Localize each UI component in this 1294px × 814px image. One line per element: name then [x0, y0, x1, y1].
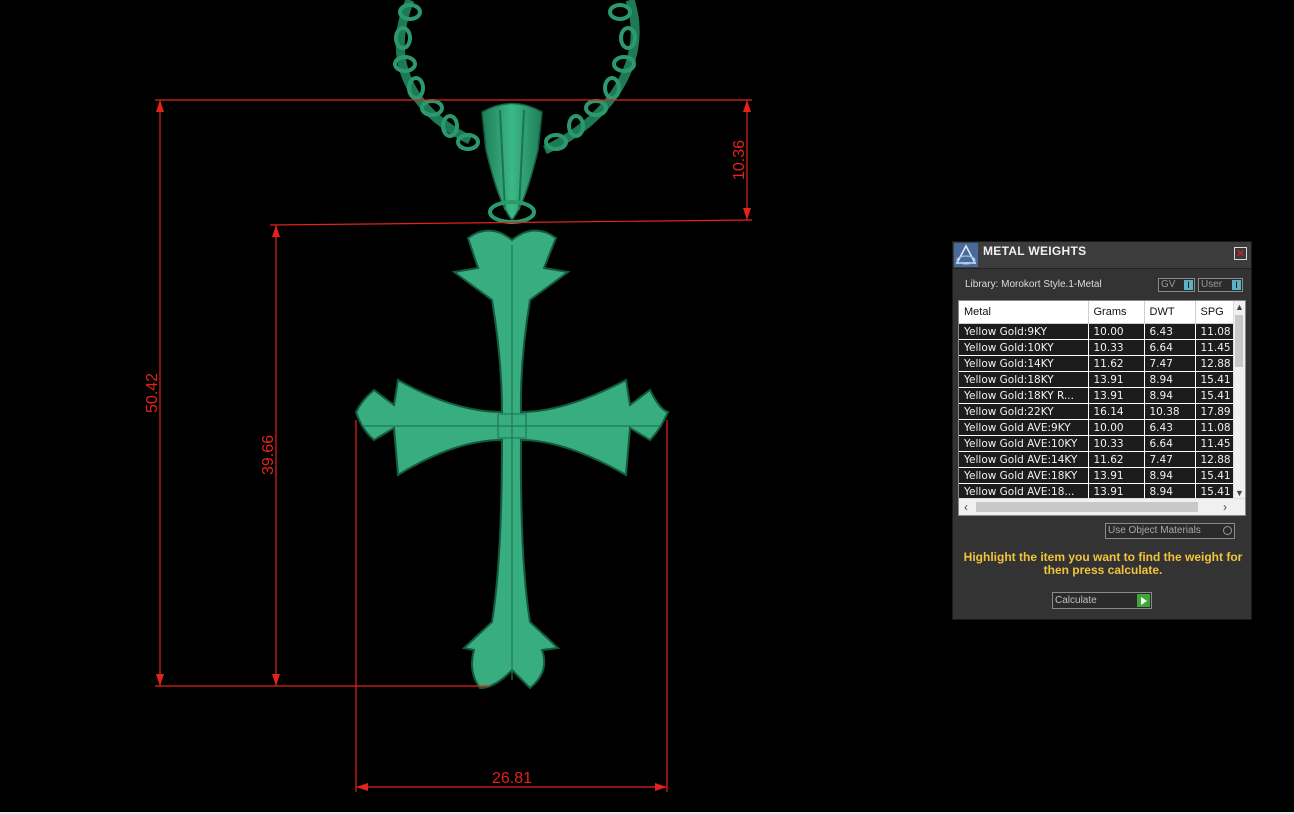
- cell-dwt: 6.64: [1144, 435, 1196, 452]
- table-row[interactable]: Yellow Gold:18KY 13.91 8.94 15.41: [959, 371, 1236, 388]
- cell-dwt: 8.94: [1144, 467, 1196, 484]
- use-object-materials-toggle[interactable]: Use Object Materials: [1105, 523, 1235, 539]
- cell-metal: Yellow Gold AVE:14KY: [959, 451, 1089, 468]
- cell-metal: Yellow Gold AVE:10KY: [959, 435, 1089, 452]
- dim-total-height: 50.42: [144, 373, 161, 413]
- cell-metal: Yellow Gold:14KY: [959, 355, 1089, 372]
- horizontal-scroll-thumb[interactable]: [976, 502, 1198, 512]
- cell-metal: Yellow Gold:22KY: [959, 403, 1089, 420]
- cell-spg: 11.45: [1195, 435, 1236, 452]
- table-row[interactable]: Yellow Gold AVE:18KY 13.91 8.94 15.41: [959, 467, 1236, 484]
- calculate-label: Calculate: [1055, 595, 1097, 606]
- calculate-button[interactable]: Calculate: [1052, 592, 1152, 609]
- cell-spg: 15.41: [1195, 467, 1236, 484]
- column-header-grams[interactable]: Grams: [1088, 301, 1145, 324]
- cell-dwt: 6.43: [1144, 419, 1196, 436]
- cell-grams: 10.00: [1088, 419, 1145, 436]
- cell-spg: 15.41: [1195, 371, 1236, 388]
- radio-icon: [1223, 526, 1232, 535]
- vertical-scroll-thumb[interactable]: [1235, 315, 1243, 367]
- bail: [481, 102, 543, 224]
- dim-bail-height: 10.36: [731, 140, 748, 180]
- table-row[interactable]: Yellow Gold:10KY 10.33 6.64 11.45: [959, 339, 1236, 356]
- cell-grams: 13.91: [1088, 387, 1145, 404]
- cell-spg: 17.89: [1195, 403, 1236, 420]
- column-header-dwt[interactable]: DWT: [1144, 301, 1196, 324]
- cell-grams: 10.33: [1088, 339, 1145, 356]
- close-icon[interactable]: ✕: [1234, 247, 1247, 260]
- user-label: User: [1201, 279, 1223, 290]
- cell-metal: Yellow Gold:18KY: [959, 371, 1089, 388]
- gv-toggle[interactable]: GV I: [1158, 278, 1195, 292]
- scroll-right-icon[interactable]: ›: [1218, 499, 1232, 515]
- user-toggle-knob: I: [1232, 280, 1241, 290]
- play-icon: [1137, 594, 1150, 607]
- column-header-spg[interactable]: SPG: [1195, 301, 1236, 324]
- library-label: Library: Morokort Style.1-Metal: [965, 279, 1102, 290]
- cell-dwt: 10.38: [1144, 403, 1196, 420]
- dim-body-height: 39.66: [260, 435, 277, 475]
- table-row[interactable]: Yellow Gold AVE:10KY 10.33 6.64 11.45: [959, 435, 1236, 452]
- horizontal-scrollbar[interactable]: ‹ ›: [959, 498, 1245, 515]
- table-row[interactable]: Yellow Gold AVE:14KY 11.62 7.47 12.88: [959, 451, 1236, 468]
- scroll-left-icon[interactable]: ‹: [959, 499, 973, 515]
- table-row[interactable]: Yellow Gold:22KY 16.14 10.38 17.89: [959, 403, 1236, 420]
- metal-table[interactable]: Metal Grams DWT SPG Yellow Gold:9KY 10.00…: [958, 300, 1246, 516]
- table-row[interactable]: Yellow Gold AVE:9KY 10.00 6.43 11.08: [959, 419, 1236, 436]
- cell-metal: Yellow Gold AVE:9KY: [959, 419, 1089, 436]
- table-row[interactable]: Yellow Gold:9KY 10.00 6.43 11.08: [959, 323, 1236, 340]
- cell-metal: Yellow Gold AVE:18KY: [959, 467, 1089, 484]
- user-toggle[interactable]: User I: [1198, 278, 1243, 292]
- scroll-up-icon[interactable]: ▲: [1234, 301, 1245, 313]
- gv-toggle-knob: I: [1184, 280, 1193, 290]
- cell-spg: 11.08: [1195, 323, 1236, 340]
- cell-spg: 11.45: [1195, 339, 1236, 356]
- table-row[interactable]: Yellow Gold:18KY R... 13.91 8.94 15.41: [959, 387, 1236, 404]
- cell-metal: Yellow Gold:18KY R...: [959, 387, 1089, 404]
- panel-titlebar[interactable]: METAL WEIGHTS ✕: [953, 242, 1251, 269]
- cell-dwt: 6.64: [1144, 339, 1196, 356]
- column-header-metal[interactable]: Metal: [959, 301, 1089, 324]
- cell-grams: 11.62: [1088, 355, 1145, 372]
- cell-grams: 10.00: [1088, 323, 1145, 340]
- cell-dwt: 8.94: [1144, 387, 1196, 404]
- use-object-materials-label: Use Object Materials: [1108, 525, 1201, 536]
- cell-dwt: 7.47: [1144, 451, 1196, 468]
- cell-spg: 11.08: [1195, 419, 1236, 436]
- table-header-row: Metal Grams DWT SPG: [959, 301, 1236, 324]
- cell-grams: 16.14: [1088, 403, 1145, 420]
- cell-metal: Yellow Gold:10KY: [959, 339, 1089, 356]
- table-row[interactable]: Yellow Gold:14KY 11.62 7.47 12.88: [959, 355, 1236, 372]
- cell-spg: 15.41: [1195, 387, 1236, 404]
- cell-grams: 10.33: [1088, 435, 1145, 452]
- vertical-scrollbar[interactable]: ▲ ▼: [1233, 301, 1245, 499]
- cell-spg: 12.88: [1195, 451, 1236, 468]
- app-logo-icon: [954, 243, 978, 267]
- cell-grams: 13.91: [1088, 371, 1145, 388]
- cell-grams: 11.62: [1088, 451, 1145, 468]
- cell-metal: Yellow Gold:9KY: [959, 323, 1089, 340]
- cell-dwt: 6.43: [1144, 323, 1196, 340]
- metal-weights-panel: METAL WEIGHTS ✕ Library: Morokort Style.…: [952, 241, 1252, 620]
- panel-title: METAL WEIGHTS: [983, 244, 1087, 258]
- cell-grams: 13.91: [1088, 467, 1145, 484]
- dim-width: 26.81: [492, 770, 532, 787]
- cell-dwt: 7.47: [1144, 355, 1196, 372]
- cell-spg: 12.88: [1195, 355, 1236, 372]
- gv-label: GV: [1161, 279, 1176, 290]
- hint-text: Highlight the item you want to find the …: [963, 550, 1243, 577]
- cell-dwt: 8.94: [1144, 371, 1196, 388]
- cross-pendant: [354, 229, 670, 690]
